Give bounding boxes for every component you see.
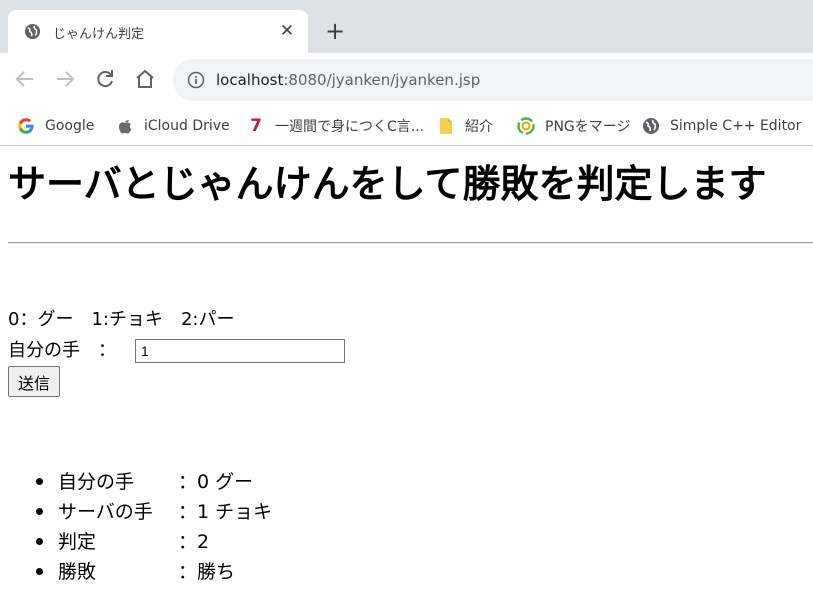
url-text[interactable]: localhost:8080/jyanken/jyanken.jsp xyxy=(216,71,480,89)
tab-active[interactable]: じゃんけん判定 ✕ xyxy=(8,10,308,53)
result-label: 勝敗 xyxy=(58,561,97,583)
bullet xyxy=(36,478,43,485)
forward-arrow-icon[interactable] xyxy=(53,67,77,91)
apple-icon xyxy=(116,117,134,135)
bookmark-introduction[interactable]: 紹介 xyxy=(437,115,493,137)
result-value: ：0 グー xyxy=(178,471,254,493)
result-value: ：2 xyxy=(178,531,210,553)
back-arrow-icon[interactable] xyxy=(13,67,37,91)
page-content: サーバとじゃんけんをして勝敗を判定します 0：グー 1:チョキ 2:パー 自分の… xyxy=(0,146,813,598)
bookmark-label: 紹介 xyxy=(465,119,493,135)
tab-title: じゃんけん判定 xyxy=(53,27,145,42)
tab-strip: じゃんけん判定 ✕ + xyxy=(0,0,813,53)
bookmark-label: iCloud Drive xyxy=(144,118,230,134)
result-value: ：1 チョキ xyxy=(178,501,273,523)
info-icon[interactable] xyxy=(187,71,205,89)
globe-icon xyxy=(642,117,660,135)
png-icon xyxy=(517,117,535,135)
hand-label: 自分の手 ： xyxy=(8,340,116,361)
address-bar[interactable]: localhost:8080/jyanken/jyanken.jsp xyxy=(173,59,813,101)
bookmarks-bar: Google iCloud Drive 7 一週間で身につくC言... 紹介 P… xyxy=(0,107,813,146)
hand-legend: 0：グー 1:チョキ 2:パー xyxy=(8,309,235,330)
bookmark-icloud-drive[interactable]: iCloud Drive xyxy=(116,115,230,137)
bookmark-c-language[interactable]: 7 一週間で身につくC言... xyxy=(247,115,424,137)
bookmark-label: Google xyxy=(45,118,95,134)
folder-icon xyxy=(437,117,455,135)
horizontal-rule xyxy=(8,242,813,244)
home-icon[interactable] xyxy=(133,67,157,91)
seven-icon: 7 xyxy=(250,116,262,136)
hand-input[interactable] xyxy=(135,339,345,363)
bullet xyxy=(36,538,43,545)
bookmark-label: Simple C++ Editor xyxy=(670,118,802,134)
result-label: サーバの手 xyxy=(58,501,153,523)
result-label: 判定 xyxy=(58,531,97,553)
bookmark-label: 一週間で身につくC言... xyxy=(275,119,425,135)
bookmark-simple-cpp-editor[interactable]: Simple C++ Editor xyxy=(642,115,801,137)
globe-icon xyxy=(24,23,41,40)
bullet xyxy=(36,568,43,575)
bullet xyxy=(36,508,43,515)
page-title: サーバとじゃんけんをして勝敗を判定します xyxy=(8,162,767,206)
submit-button[interactable]: 送信 xyxy=(8,366,60,397)
reload-icon[interactable] xyxy=(93,67,117,91)
tab-close-icon[interactable]: ✕ xyxy=(278,22,296,40)
browser-toolbar: localhost:8080/jyanken/jyanken.jsp xyxy=(0,53,813,107)
bookmark-label: PNGをマージ xyxy=(545,119,631,135)
bookmark-google[interactable]: Google xyxy=(17,115,94,137)
result-label: 自分の手 xyxy=(58,471,135,493)
google-icon xyxy=(17,117,35,135)
bookmark-png-merge[interactable]: PNGをマージ xyxy=(517,115,630,137)
result-value: ：勝ち xyxy=(178,561,236,583)
new-tab-button[interactable]: + xyxy=(324,19,346,43)
